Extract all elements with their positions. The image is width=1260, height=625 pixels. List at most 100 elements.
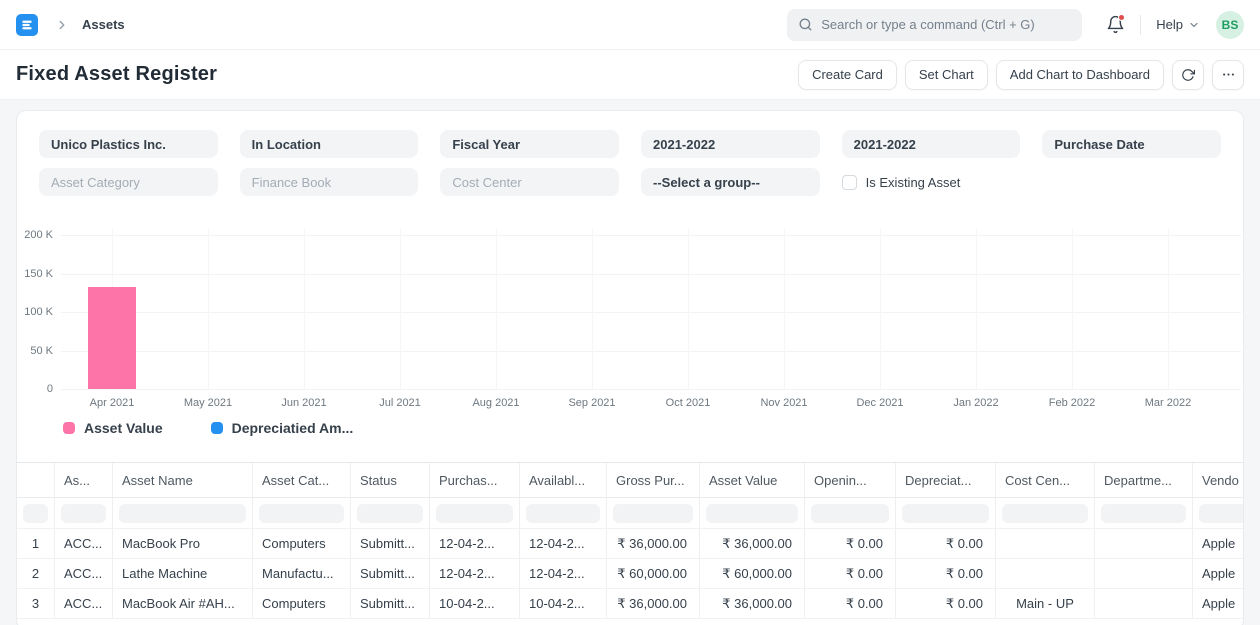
column-filter-input[interactable]	[902, 504, 989, 523]
column-filter-input[interactable]	[23, 504, 48, 523]
column-header[interactable]: Asset Name	[113, 463, 253, 497]
table-cell[interactable]: Apple	[1193, 529, 1244, 558]
table-cell[interactable]: ₹ 0.00	[896, 529, 996, 558]
table-cell[interactable]: ACC...	[55, 589, 113, 618]
finance-book-filter[interactable]: Finance Book	[240, 168, 419, 196]
table-cell[interactable]: ₹ 60,000.00	[607, 559, 700, 588]
table-cell[interactable]	[996, 529, 1095, 558]
legend-item[interactable]: Depreciatied Am...	[211, 420, 354, 436]
column-header[interactable]: Gross Pur...	[607, 463, 700, 497]
to-fiscal-year-filter[interactable]: 2021-2022	[842, 130, 1021, 158]
cost-center-filter[interactable]: Cost Center	[440, 168, 619, 196]
location-filter[interactable]: In Location	[240, 130, 419, 158]
table-cell[interactable]: Computers	[253, 589, 351, 618]
help-menu[interactable]: Help	[1156, 17, 1200, 32]
column-header[interactable]	[17, 463, 55, 497]
table-cell[interactable]: Manufactu...	[253, 559, 351, 588]
table-cell[interactable]: Apple	[1193, 589, 1244, 618]
table-cell[interactable]: 12-04-2...	[520, 559, 607, 588]
column-filter-input[interactable]	[613, 504, 693, 523]
table-cell[interactable]: Submitt...	[351, 529, 430, 558]
table-cell[interactable]: Submitt...	[351, 559, 430, 588]
table-cell[interactable]: ACC...	[55, 559, 113, 588]
ellipsis-icon	[1221, 67, 1236, 82]
column-header[interactable]: Purchas...	[430, 463, 520, 497]
table-cell[interactable]: ACC...	[55, 529, 113, 558]
column-header[interactable]: Availabl...	[520, 463, 607, 497]
legend-item[interactable]: Asset Value	[63, 420, 163, 436]
search-input[interactable]: Search or type a command (Ctrl + G)	[787, 9, 1082, 41]
column-filter-input[interactable]	[357, 504, 423, 523]
table-cell[interactable]: Computers	[253, 529, 351, 558]
column-filter-input[interactable]	[436, 504, 513, 523]
table-cell[interactable]: ₹ 36,000.00	[700, 529, 805, 558]
table-cell[interactable]: ₹ 36,000.00	[607, 529, 700, 558]
table-cell[interactable]	[1095, 559, 1193, 588]
from-fiscal-year-filter[interactable]: 2021-2022	[641, 130, 820, 158]
refresh-button[interactable]	[1172, 60, 1204, 90]
table-cell[interactable]: Lathe Machine	[113, 559, 253, 588]
filter-cell	[1095, 498, 1193, 528]
column-header[interactable]: Departme...	[1095, 463, 1193, 497]
column-filter-input[interactable]	[526, 504, 600, 523]
table-cell[interactable]: ₹ 36,000.00	[607, 589, 700, 618]
avatar[interactable]: BS	[1216, 11, 1244, 39]
column-filter-input[interactable]	[811, 504, 889, 523]
y-axis-tick: 50 K	[17, 345, 53, 357]
table-cell[interactable]: ₹ 0.00	[896, 559, 996, 588]
table-cell[interactable]: 12-04-2...	[430, 529, 520, 558]
column-filter-input[interactable]	[259, 504, 344, 523]
column-header[interactable]: Asset Cat...	[253, 463, 351, 497]
table-cell[interactable]: 12-04-2...	[430, 559, 520, 588]
table-cell[interactable]: ₹ 0.00	[805, 529, 896, 558]
column-filter-input[interactable]	[1101, 504, 1186, 523]
filter-based-on-filter[interactable]: Fiscal Year	[440, 130, 619, 158]
table-cell[interactable]: ₹ 0.00	[805, 589, 896, 618]
menu-button[interactable]	[1212, 60, 1244, 90]
app-logo[interactable]	[16, 14, 38, 36]
column-header[interactable]: Asset Value	[700, 463, 805, 497]
column-header[interactable]: Depreciat...	[896, 463, 996, 497]
help-label: Help	[1156, 17, 1183, 32]
column-header[interactable]: As...	[55, 463, 113, 497]
table-cell[interactable]: ₹ 0.00	[896, 589, 996, 618]
table-cell[interactable]	[996, 559, 1095, 588]
table-cell[interactable]: 10-04-2...	[430, 589, 520, 618]
x-axis-tick: Jan 2022	[953, 397, 998, 409]
date-based-on-filter[interactable]: Purchase Date	[1042, 130, 1221, 158]
table-cell[interactable]: 12-04-2...	[520, 529, 607, 558]
column-filter-input[interactable]	[1002, 504, 1088, 523]
table-cell[interactable]: ₹ 60,000.00	[700, 559, 805, 588]
create-card-button[interactable]: Create Card	[798, 60, 897, 90]
asset-category-filter[interactable]: Asset Category	[39, 168, 218, 196]
group-by-filter[interactable]: --Select a group--	[641, 168, 820, 196]
table-cell[interactable]: Main - UP	[996, 589, 1095, 618]
column-filter-input[interactable]	[119, 504, 246, 523]
column-header[interactable]: Cost Cen...	[996, 463, 1095, 497]
chart-bar-asset-value[interactable]	[88, 287, 136, 389]
column-filter-input[interactable]	[61, 504, 106, 523]
column-header[interactable]: Status	[351, 463, 430, 497]
table-cell[interactable]: Submitt...	[351, 589, 430, 618]
table-cell[interactable]	[1095, 529, 1193, 558]
legend-label: Depreciatied Am...	[232, 420, 354, 436]
column-filter-input[interactable]	[1199, 504, 1244, 523]
table-cell[interactable]: 10-04-2...	[520, 589, 607, 618]
column-header[interactable]: Vendo	[1193, 463, 1244, 497]
report-card: Unico Plastics Inc. In Location Fiscal Yea…	[16, 110, 1244, 625]
table-cell[interactable]: ₹ 36,000.00	[700, 589, 805, 618]
table-cell[interactable]: ₹ 0.00	[805, 559, 896, 588]
notifications-button[interactable]	[1106, 15, 1125, 34]
table-cell[interactable]	[1095, 589, 1193, 618]
company-filter[interactable]: Unico Plastics Inc.	[39, 130, 218, 158]
column-filter-input[interactable]	[706, 504, 798, 523]
table-cell[interactable]: MacBook Pro	[113, 529, 253, 558]
set-chart-button[interactable]: Set Chart	[905, 60, 988, 90]
breadcrumb[interactable]: Assets	[82, 17, 125, 32]
table-cell[interactable]: Apple	[1193, 559, 1244, 588]
add-chart-to-dashboard-button[interactable]: Add Chart to Dashboard	[996, 60, 1164, 90]
table-cell[interactable]: MacBook Air #AH...	[113, 589, 253, 618]
is-existing-asset-checkbox[interactable]	[842, 175, 857, 190]
column-header[interactable]: Openin...	[805, 463, 896, 497]
row-number: 2	[17, 559, 55, 588]
